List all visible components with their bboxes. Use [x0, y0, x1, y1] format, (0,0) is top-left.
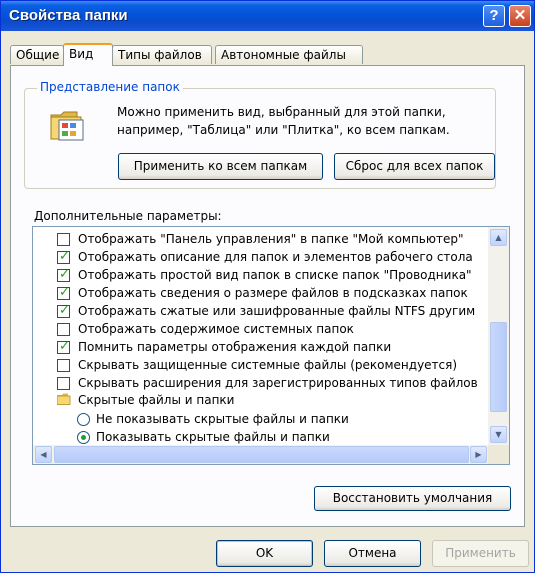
restore-defaults-button[interactable]: Восстановить умолчания: [314, 486, 511, 511]
horizontal-scrollbar[interactable]: ◀ ▶: [33, 445, 509, 464]
tab-offline-files[interactable]: Автономные файлы: [215, 45, 363, 64]
vertical-scrollbar[interactable]: ▲ ▼: [488, 227, 509, 445]
checkbox[interactable]: [57, 323, 70, 336]
vertical-scroll-thumb[interactable]: [490, 322, 507, 412]
radio-button[interactable]: [77, 431, 90, 444]
ok-button[interactable]: OK: [216, 540, 313, 567]
checkbox[interactable]: [57, 377, 70, 390]
list-item[interactable]: Отображать сведения о размере файлов в п…: [78, 284, 468, 302]
folder-icon: [57, 393, 71, 405]
close-button[interactable]: ✕: [509, 5, 531, 27]
checkbox[interactable]: [57, 233, 70, 246]
list-item[interactable]: Отображать сжатые или зашифрованные файл…: [78, 302, 475, 320]
folder-views-icon: [50, 111, 84, 141]
left-arrow-icon: ◀: [40, 450, 47, 459]
list-item[interactable]: Отображать простой вид папок в списке па…: [78, 266, 472, 284]
check-icon: ✓: [59, 249, 70, 264]
folder-views-description: Можно применить вид, выбранный для этой …: [117, 105, 450, 137]
apply-to-all-folders-button[interactable]: Применить ко всем папкам: [118, 153, 323, 180]
checkbox[interactable]: ✓: [57, 339, 70, 354]
list-item[interactable]: Скрывать защищенные системные файлы (рек…: [78, 356, 457, 374]
list-item[interactable]: Отображать содержимое системных папок: [78, 320, 354, 338]
down-arrow-icon: ▼: [495, 430, 502, 439]
tab-view[interactable]: Вид: [63, 43, 113, 66]
folder-views-label: Представление папок: [37, 80, 183, 94]
advanced-settings-label: Дополнительные параметры:: [34, 209, 222, 223]
list-item[interactable]: Скрывать расширения для зарегистрированн…: [78, 374, 478, 392]
checkbox[interactable]: [57, 359, 70, 372]
scroll-left-button[interactable]: ◀: [35, 446, 52, 463]
radio-button[interactable]: [77, 413, 90, 426]
list-item[interactable]: Помнить параметры отображения каждой пап…: [78, 338, 391, 356]
question-icon: ?: [489, 7, 499, 24]
up-arrow-icon: ▲: [495, 233, 502, 242]
title-bar[interactable]: Свойства папки ? ✕: [1, 1, 534, 31]
cancel-button[interactable]: Отмена: [324, 540, 421, 567]
scroll-up-button[interactable]: ▲: [490, 229, 507, 246]
horizontal-scroll-thumb[interactable]: [54, 446, 469, 463]
close-icon: ✕: [513, 7, 527, 24]
list-item[interactable]: Отображать описание для папок и элементо…: [78, 248, 473, 266]
scroll-right-button[interactable]: ▶: [470, 446, 487, 463]
advanced-settings-list[interactable]: Отображать "Панель управления" в папке "…: [32, 226, 510, 465]
apply-button[interactable]: Применить: [432, 540, 529, 567]
scroll-down-button[interactable]: ▼: [490, 426, 507, 443]
check-icon: ✓: [59, 285, 70, 300]
folder-options-window: Свойства папки ? ✕ Общие Вид Типы файлов…: [0, 0, 535, 573]
radio-dot: [81, 435, 86, 440]
list-item-hidden-files-group: Скрытые файлы и папки: [78, 393, 235, 407]
reset-all-folders-button[interactable]: Сброс для всех папок: [334, 153, 495, 180]
list-item[interactable]: Не показывать скрытые файлы и папки: [96, 410, 349, 428]
check-icon: ✓: [59, 303, 70, 318]
right-arrow-icon: ▶: [475, 450, 482, 459]
checkbox[interactable]: ✓: [57, 249, 70, 264]
window-title: Свойства папки: [9, 7, 128, 24]
check-icon: ✓: [59, 267, 70, 282]
list-item[interactable]: Показывать скрытые файлы и папки: [96, 428, 330, 446]
checkbox[interactable]: ✓: [57, 285, 70, 300]
help-button[interactable]: ?: [483, 5, 505, 27]
checkbox[interactable]: ✓: [57, 303, 70, 318]
scrollbar-corner: [488, 445, 509, 464]
check-icon: ✓: [59, 339, 70, 354]
tab-file-types[interactable]: Типы файлов: [112, 45, 212, 64]
tab-general[interactable]: Общие: [10, 45, 64, 64]
list-item[interactable]: Отображать "Панель управления" в папке "…: [78, 230, 464, 248]
checkbox[interactable]: ✓: [57, 267, 70, 282]
